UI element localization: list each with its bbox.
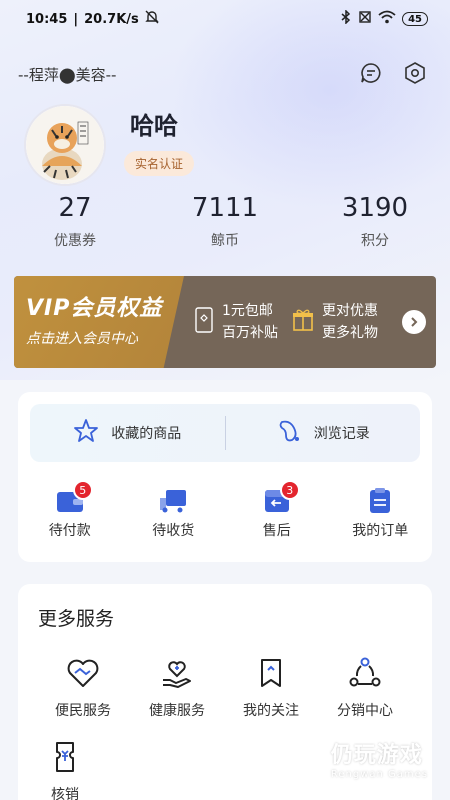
history-button[interactable]: 浏览记录 bbox=[226, 418, 421, 448]
watermark-main: 仍玩游戏 bbox=[330, 742, 423, 768]
status-bar: 10:45 | 20.7K/s 45 bbox=[0, 0, 450, 38]
stat-label: 积分 bbox=[361, 233, 389, 249]
handshake-heart-icon bbox=[66, 656, 100, 690]
order-label: 待付款 bbox=[48, 523, 91, 539]
service-distribution[interactable]: 分销中心 bbox=[318, 656, 412, 720]
stat-label: 鲸币 bbox=[211, 233, 239, 249]
service-label: 我的关注 bbox=[243, 703, 299, 719]
star-icon bbox=[73, 418, 99, 448]
shop-name: --程萍⬤美容-- bbox=[18, 66, 117, 84]
stat-value: 7111 bbox=[191, 193, 259, 223]
service-following[interactable]: 我的关注 bbox=[224, 656, 318, 720]
avatar[interactable] bbox=[24, 104, 106, 186]
footprint-icon bbox=[276, 418, 302, 448]
service-label: 便民服务 bbox=[55, 703, 111, 719]
vip-perk-shipping: 1元包邮 百万补贴 bbox=[194, 300, 278, 344]
vip-perk-gifts: 更对优惠 更多礼物 bbox=[292, 300, 378, 344]
status-speed: 20.7K/s bbox=[84, 11, 139, 27]
chevron-right-icon[interactable] bbox=[402, 310, 426, 334]
wallet-icon: 5 bbox=[55, 480, 93, 514]
watermark-sub: Rengwan Games bbox=[330, 768, 428, 780]
services-title: 更多服务 bbox=[38, 608, 115, 630]
message-icon[interactable] bbox=[358, 60, 384, 86]
service-label: 健康服务 bbox=[149, 703, 205, 719]
stat-whale-coins[interactable]: 7111 鲸币 bbox=[150, 192, 300, 250]
voucher-icon bbox=[48, 740, 82, 774]
clipboard-icon bbox=[365, 488, 395, 514]
battery-indicator: 45 bbox=[402, 12, 428, 26]
order-label: 售后 bbox=[262, 523, 291, 539]
order-pending-payment[interactable]: 5 待付款 bbox=[18, 480, 122, 540]
watermark: 仍玩游戏 Rengwan Games bbox=[287, 736, 428, 780]
stat-coupons[interactable]: 27 优惠券 bbox=[0, 192, 150, 250]
quick-bar: 收藏的商品 浏览记录 bbox=[30, 404, 420, 462]
order-label: 待收货 bbox=[152, 523, 195, 539]
service-verification[interactable]: 核销 bbox=[18, 740, 112, 800]
bookmark-icon bbox=[254, 656, 288, 690]
order-status-row: 5 待付款 待收货 3 售后 我的订单 bbox=[18, 480, 433, 540]
service-health[interactable]: 健康服务 bbox=[130, 656, 224, 720]
tiger-avatar-icon bbox=[26, 106, 104, 184]
vip-perk-line: 百万补贴 bbox=[222, 325, 278, 341]
favorites-button[interactable]: 收藏的商品 bbox=[30, 418, 225, 448]
order-badge: 5 bbox=[72, 480, 93, 500]
sim-none-icon bbox=[358, 10, 372, 28]
username: 哈哈 bbox=[130, 112, 178, 140]
service-label: 核销 bbox=[51, 787, 79, 800]
watermark-logo-icon bbox=[287, 736, 323, 780]
return-box-icon: 3 bbox=[262, 480, 300, 514]
verify-badge[interactable]: 实名认证 bbox=[124, 151, 195, 176]
order-label: 我的订单 bbox=[352, 523, 409, 539]
vip-perk-line: 更对优惠 bbox=[322, 303, 378, 319]
gift-icon bbox=[292, 308, 314, 336]
vip-perk-line: 1元包邮 bbox=[222, 303, 273, 319]
mute-bell-icon bbox=[145, 10, 159, 28]
vip-perk-line: 更多礼物 bbox=[322, 325, 378, 341]
coupon-icon bbox=[194, 306, 214, 338]
stat-label: 优惠券 bbox=[54, 233, 96, 249]
stat-value: 27 bbox=[58, 193, 92, 223]
vip-subtitle: 点击进入会员中心 bbox=[26, 331, 138, 347]
order-all[interactable]: 我的订单 bbox=[329, 488, 433, 540]
service-label: 分销中心 bbox=[337, 703, 393, 719]
bluetooth-icon bbox=[340, 9, 352, 28]
order-after-sales[interactable]: 3 售后 bbox=[225, 480, 329, 540]
stat-points[interactable]: 3190 积分 bbox=[300, 192, 450, 250]
order-pending-receipt[interactable]: 待收货 bbox=[122, 488, 226, 540]
settings-hex-icon[interactable] bbox=[402, 60, 428, 86]
vip-banner[interactable]: VIP会员权益 点击进入会员中心 1元包邮 百万补贴 更对优惠 更多礼物 bbox=[14, 276, 436, 368]
truck-icon bbox=[158, 488, 188, 514]
vip-title: VIP会员权益 bbox=[26, 296, 163, 321]
share-nodes-icon bbox=[348, 656, 382, 690]
stat-value: 3190 bbox=[341, 193, 409, 223]
health-hand-icon bbox=[160, 656, 194, 690]
service-convenience[interactable]: 便民服务 bbox=[36, 656, 130, 720]
order-card: 收藏的商品 浏览记录 5 待付款 待收货 3 售后 我的订单 bbox=[18, 392, 432, 562]
stats-row: 27 优惠券 7111 鲸币 3190 积分 bbox=[0, 192, 450, 250]
order-badge: 3 bbox=[279, 480, 300, 500]
header-actions bbox=[358, 60, 428, 86]
favorites-label: 收藏的商品 bbox=[111, 426, 182, 442]
wifi-icon bbox=[378, 10, 396, 28]
history-label: 浏览记录 bbox=[313, 426, 370, 442]
status-time: 10:45 bbox=[26, 11, 68, 27]
